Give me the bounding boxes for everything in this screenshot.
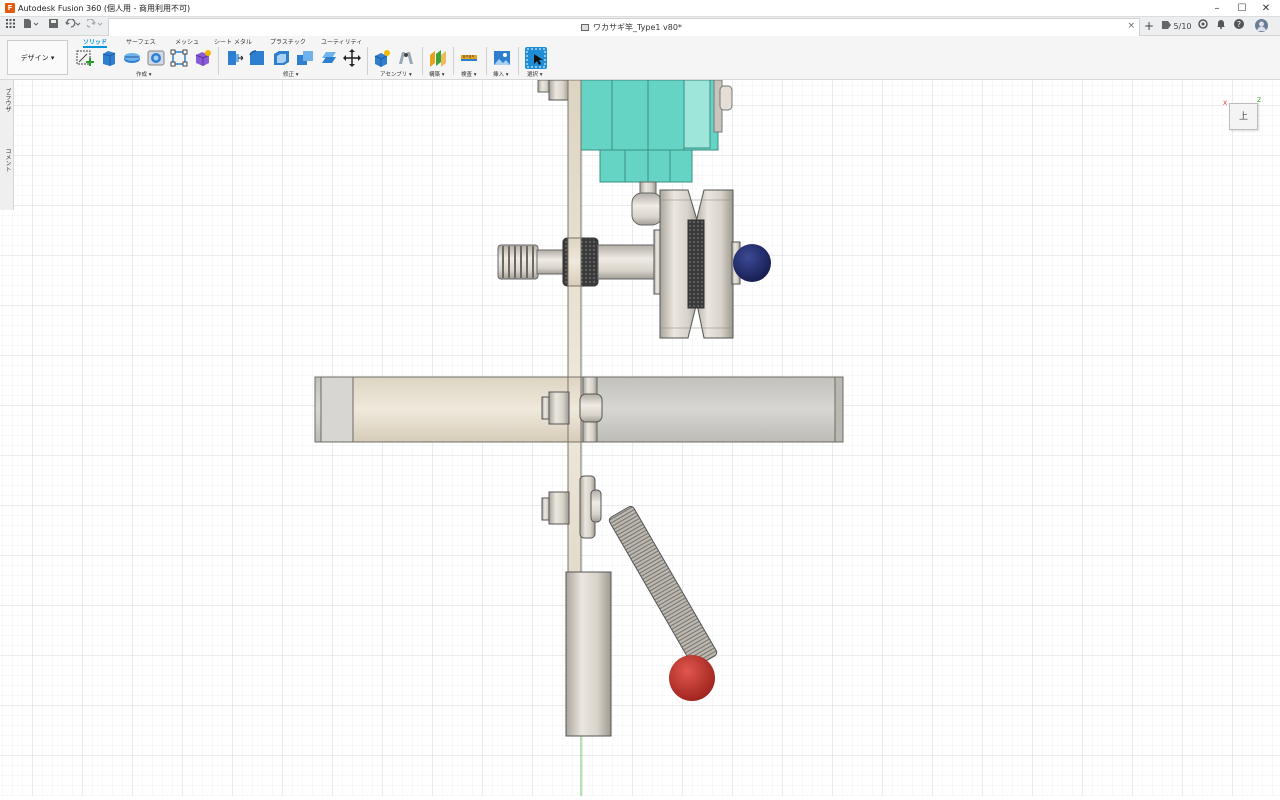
notification-bell-icon[interactable] <box>1216 19 1228 34</box>
title-bar: F Autodesk Fusion 360 (個人用 - 商用利用不可) – ☐… <box>0 0 1280 17</box>
new-tab-button[interactable]: + <box>1142 19 1156 34</box>
new-component-icon[interactable] <box>373 49 391 67</box>
tab-utilities[interactable]: ユーティリティ <box>321 37 362 46</box>
hole-icon[interactable] <box>147 49 165 67</box>
form-icon[interactable] <box>170 49 188 67</box>
model-canvas[interactable] <box>0 79 1280 796</box>
tab-plastic[interactable]: プラスチック <box>270 37 306 46</box>
handle-bar[interactable] <box>314 376 844 443</box>
redo-icon[interactable] <box>85 18 104 34</box>
red-ball[interactable] <box>669 655 715 701</box>
move-icon[interactable] <box>343 49 361 67</box>
job-status-icon <box>1162 21 1171 29</box>
toolbar-divider <box>453 47 454 75</box>
press-pull-icon[interactable] <box>225 49 244 67</box>
toolbar-divider <box>218 47 219 75</box>
fusion-logo-icon: F <box>5 3 15 13</box>
measure-icon[interactable] <box>460 49 478 67</box>
document-title: ワカサギ竿_Type1 v80* <box>593 23 682 32</box>
modify-menu[interactable]: 修正 ▾ <box>283 70 299 78</box>
tab-bar: ワカサギ竿_Type1 v80* × + 5/10 ? <box>0 17 1280 36</box>
offset-face-icon[interactable] <box>320 49 338 67</box>
toolbar-divider <box>367 47 368 75</box>
minimize-button[interactable]: – <box>1203 0 1231 17</box>
extrude-icon[interactable] <box>100 49 118 67</box>
inspect-menu[interactable]: 検査 ▾ <box>461 70 477 78</box>
fillet-icon[interactable] <box>248 49 266 67</box>
browser-panel-toggle[interactable]: ブラウザ <box>3 88 12 112</box>
window-title: Autodesk Fusion 360 (個人用 - 商用利用不可) <box>18 4 191 13</box>
construct-menu[interactable]: 構築 ▾ <box>429 70 445 78</box>
svg-text:?: ? <box>1237 20 1241 29</box>
help-icon[interactable]: ? <box>1234 19 1246 34</box>
create-sketch-icon[interactable] <box>76 49 94 67</box>
insert-menu[interactable]: 挿入 ▾ <box>493 70 509 78</box>
tab-mesh[interactable]: メッシュ <box>175 37 199 46</box>
file-menu-icon[interactable] <box>21 19 41 34</box>
user-avatar[interactable] <box>1255 19 1269 34</box>
offset-plane-icon[interactable] <box>429 49 447 67</box>
pivot-knob <box>631 192 663 226</box>
combine-icon[interactable] <box>296 49 314 67</box>
insert-image-icon[interactable] <box>493 49 511 67</box>
apps-grid-icon[interactable] <box>3 19 17 34</box>
left-panel: ブラウザ コメント <box>0 80 14 210</box>
toolbar-divider <box>422 47 423 75</box>
derive-icon[interactable] <box>193 49 211 67</box>
create-menu[interactable]: 作成 ▾ <box>136 70 152 78</box>
job-status-button[interactable]: 5/10 <box>1162 19 1192 34</box>
online-status-icon[interactable] <box>1198 19 1210 34</box>
document-tab[interactable]: ワカサギ竿_Type1 v80* × <box>108 18 1140 36</box>
grip-cylinder[interactable] <box>565 571 612 737</box>
select-icon[interactable] <box>525 47 547 69</box>
view-cube[interactable]: 上 <box>1229 103 1258 130</box>
blue-ball[interactable] <box>733 244 771 282</box>
save-icon[interactable] <box>46 19 60 34</box>
tab-solid[interactable]: ソリッド <box>83 37 108 48</box>
comments-panel-toggle[interactable]: コメント <box>3 148 12 172</box>
canvas-viewport[interactable] <box>0 79 1280 796</box>
ribbon-toolbar: デザイン ▾ ソリッド サーフェス メッシュ シート メタル プラスチック ユー… <box>0 36 1280 80</box>
joint-icon[interactable] <box>397 49 415 67</box>
tab-surface[interactable]: サーフェス <box>126 37 156 46</box>
assemble-menu[interactable]: アセンブリ ▾ <box>380 70 412 78</box>
x-axis-label: X <box>1223 100 1228 107</box>
revolve-icon[interactable] <box>123 49 141 67</box>
shell-icon[interactable] <box>272 49 290 67</box>
toolbar-divider <box>518 47 519 75</box>
tab-close-button[interactable]: × <box>1127 21 1135 31</box>
close-button[interactable]: ✕ <box>1252 0 1280 17</box>
undo-icon[interactable] <box>64 18 82 34</box>
toolbar-divider <box>486 47 487 75</box>
workspace-switcher[interactable]: デザイン ▾ <box>7 40 68 75</box>
tab-sheet-metal[interactable]: シート メタル <box>214 37 252 46</box>
document-icon <box>581 24 589 31</box>
spring-screw[interactable] <box>497 237 657 287</box>
job-status-count: 5/10 <box>1173 22 1192 31</box>
select-menu[interactable]: 選択 ▾ <box>527 70 543 78</box>
